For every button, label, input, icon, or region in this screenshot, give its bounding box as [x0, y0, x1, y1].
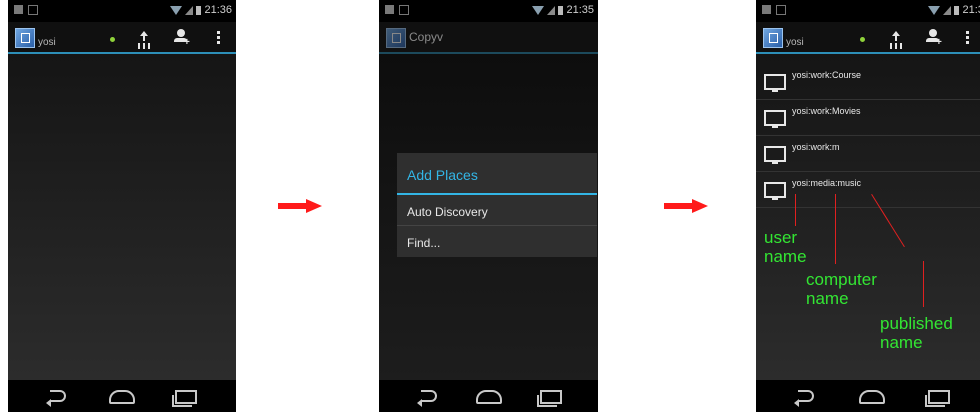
list-item[interactable]: yosi:work:m: [756, 136, 980, 172]
notification-icon: [762, 5, 771, 14]
add-places-dialog: Add Places Auto Discovery Find...: [397, 153, 597, 257]
app-logo-icon[interactable]: [386, 28, 406, 48]
battery-icon: [558, 5, 564, 15]
computer-monitor-icon: [764, 182, 786, 200]
signal-icon: [547, 5, 556, 15]
app-logo-icon[interactable]: [763, 28, 783, 48]
add-user-icon[interactable]: +: [174, 29, 190, 48]
upload-icon[interactable]: [138, 31, 150, 45]
annotation-line-computer: [835, 194, 836, 264]
navigation-bar: [8, 380, 236, 412]
menu-item-auto-discovery[interactable]: Auto Discovery: [407, 205, 488, 219]
computer-monitor-icon: [764, 146, 786, 164]
list-item[interactable]: yosi:media:music: [756, 172, 980, 208]
home-icon[interactable]: [476, 390, 502, 404]
content-area: [8, 54, 236, 380]
annotation-line-user: [795, 194, 796, 226]
flow-arrow-1: [278, 199, 322, 213]
status-dot-icon: [860, 37, 865, 42]
image-icon: [399, 5, 409, 15]
signal-icon: [185, 5, 194, 15]
action-bar: yosi +: [756, 22, 980, 54]
status-bar: 21:35: [379, 0, 598, 22]
app-title: yosi: [38, 37, 56, 48]
clock: 21:36: [204, 4, 232, 16]
status-bar: 21:36: [8, 0, 236, 22]
battery-icon: [954, 5, 960, 15]
signal-icon: [943, 5, 952, 15]
overflow-menu-icon[interactable]: [217, 31, 220, 45]
divider: [397, 225, 597, 226]
wifi-icon: [170, 5, 183, 15]
image-icon: [776, 5, 786, 15]
place-name: yosi:media:music: [792, 178, 862, 188]
annotation-user-name: user name: [764, 228, 807, 266]
place-name: yosi:work:Course: [792, 70, 862, 80]
wifi-icon: [532, 5, 545, 15]
wifi-icon: [928, 5, 941, 15]
action-bar: yosi +: [8, 22, 236, 54]
back-icon[interactable]: [46, 390, 66, 407]
dialog-divider: [397, 193, 597, 195]
back-icon[interactable]: [417, 390, 437, 407]
clock: 21:35: [962, 4, 980, 16]
menu-item-find[interactable]: Find...: [407, 236, 440, 250]
phone-screen-add-places-dialog: 21:35 Copyv Add Places Auto Discovery Fi…: [379, 0, 598, 412]
home-icon[interactable]: [109, 390, 135, 404]
computer-monitor-icon: [764, 110, 786, 128]
annotation-published-name: published name: [880, 314, 953, 352]
annotation-computer-name: computer name: [806, 270, 877, 308]
clock: 21:35: [566, 4, 594, 16]
notification-icon: [14, 5, 23, 14]
add-user-icon[interactable]: +: [926, 29, 942, 48]
upload-icon[interactable]: [890, 31, 902, 45]
list-item[interactable]: yosi:work:Movies: [756, 100, 980, 136]
notification-icon: [385, 5, 394, 14]
phone-screen-places-list: 21:35 yosi + yosi:work:Course yosi:work:…: [756, 0, 980, 412]
list-item[interactable]: yosi:work:Course: [756, 64, 980, 100]
annotation-line-published-2: [923, 261, 924, 307]
computer-monitor-icon: [764, 74, 786, 92]
app-logo-icon[interactable]: [15, 28, 35, 48]
navigation-bar: [379, 380, 598, 412]
home-icon[interactable]: [859, 390, 885, 404]
status-dot-icon: [110, 37, 115, 42]
place-name: yosi:work:m: [792, 142, 840, 152]
recent-apps-icon[interactable]: [925, 390, 950, 407]
image-icon: [28, 5, 38, 15]
place-name: yosi:work:Movies: [792, 106, 861, 116]
overflow-menu-icon[interactable]: [966, 31, 969, 45]
dialog-title: Add Places: [407, 167, 478, 183]
app-title: Copyv: [409, 30, 444, 44]
status-bar: 21:35: [756, 0, 980, 22]
recent-apps-icon[interactable]: [172, 390, 197, 407]
flow-arrow-2: [664, 199, 708, 213]
phone-screen-main-empty: 21:36 yosi +: [8, 0, 236, 412]
back-icon[interactable]: [794, 390, 814, 407]
action-bar: Copyv: [379, 22, 598, 54]
battery-icon: [196, 5, 202, 15]
app-title: yosi: [786, 37, 804, 48]
recent-apps-icon[interactable]: [537, 390, 562, 407]
navigation-bar: [756, 380, 980, 412]
